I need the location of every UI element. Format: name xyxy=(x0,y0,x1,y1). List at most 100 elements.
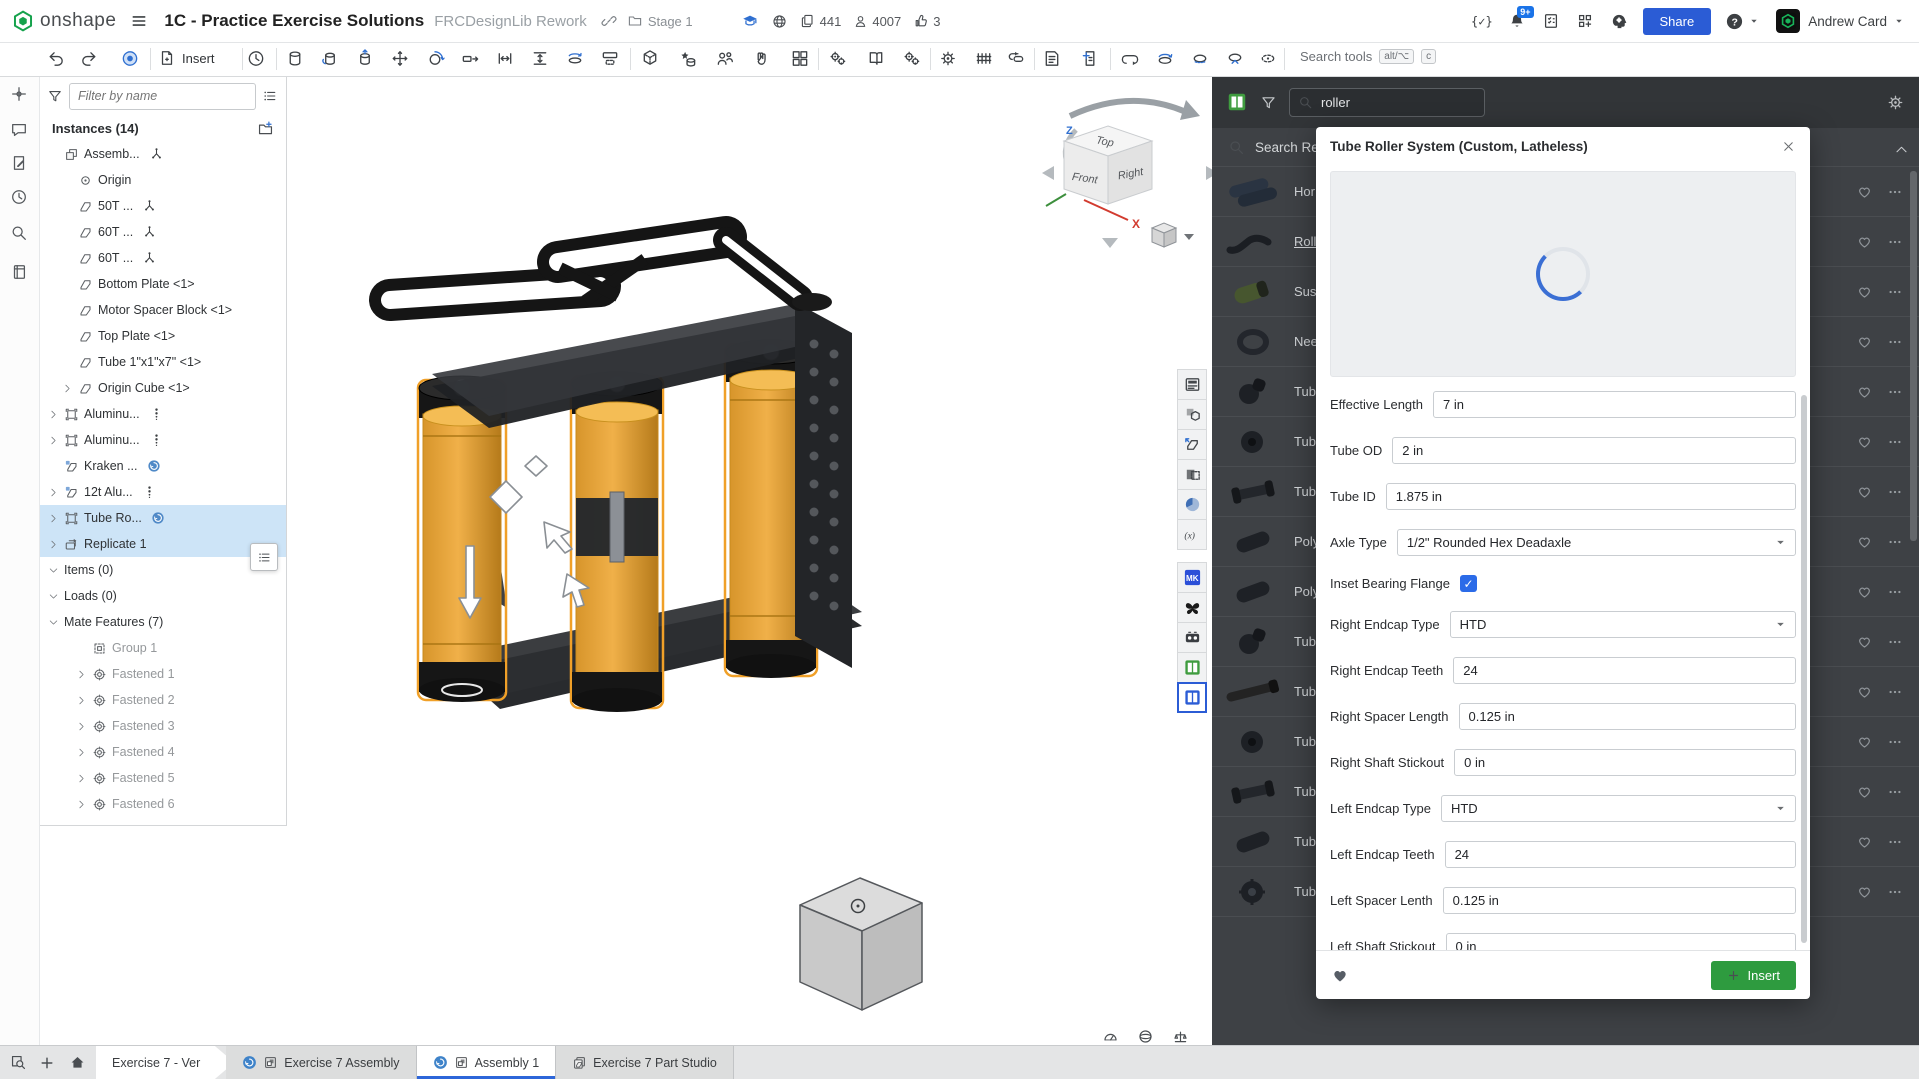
favorite-heart-icon[interactable] xyxy=(1856,233,1873,250)
row-menu-icon[interactable] xyxy=(1887,534,1903,550)
favorite-heart-icon[interactable] xyxy=(1856,333,1873,350)
chevron-right-icon[interactable] xyxy=(73,747,89,758)
mate-group-icon[interactable] xyxy=(601,49,620,68)
pin-slot-mate-icon[interactable] xyxy=(461,49,480,68)
tree-item[interactable]: Fastened 4 xyxy=(39,739,286,765)
library-scrollbar[interactable] xyxy=(1910,171,1917,541)
bluebadge-icon[interactable] xyxy=(147,459,161,473)
documentation-icon[interactable] xyxy=(867,49,886,68)
undo-icon[interactable] xyxy=(47,49,66,68)
bluebadge-icon[interactable] xyxy=(151,511,165,525)
publish-icon[interactable] xyxy=(753,49,772,68)
tree-item[interactable]: Tube Ro... xyxy=(39,505,286,531)
row-menu-icon[interactable] xyxy=(1887,234,1903,250)
chevron-right-icon[interactable] xyxy=(45,435,61,446)
favorite-heart-icon[interactable] xyxy=(1856,533,1873,550)
mate-connector-tool-icon[interactable] xyxy=(121,49,140,68)
favorite-heart-icon[interactable] xyxy=(1856,733,1873,750)
relations-icon[interactable] xyxy=(829,49,848,68)
user-avatar[interactable] xyxy=(1776,9,1800,33)
tree-item[interactable]: Group 1 xyxy=(39,635,286,661)
favorite-heart-icon[interactable] xyxy=(1330,965,1350,985)
help-icon[interactable]: ? xyxy=(1725,12,1744,31)
row-menu-icon[interactable] xyxy=(1887,184,1903,200)
filter-funnel-icon[interactable] xyxy=(47,88,63,104)
row-menu-icon[interactable] xyxy=(1887,584,1903,600)
chevron-right-icon[interactable] xyxy=(45,409,61,420)
tree-item[interactable]: Origin Cube <1> xyxy=(39,375,286,401)
mass-properties-icon[interactable] xyxy=(1259,49,1278,68)
tasks-icon[interactable] xyxy=(1542,12,1560,30)
row-menu-icon[interactable] xyxy=(1887,334,1903,350)
standard-content-icon[interactable] xyxy=(716,49,735,68)
tree-item[interactable]: Replicate 1 xyxy=(39,531,286,557)
followers-icon[interactable] xyxy=(853,14,868,29)
chevron-right-icon[interactable] xyxy=(45,513,61,524)
appearance-panel-icon[interactable] xyxy=(1177,369,1207,400)
field-select[interactable]: 1/2" Rounded Hex Deadaxle xyxy=(1397,529,1796,556)
tab-assembly-1[interactable]: Assembly 1 xyxy=(417,1046,557,1079)
tree-item[interactable]: Bottom Plate <1> xyxy=(39,271,286,297)
help-caret-icon[interactable] xyxy=(1748,15,1760,27)
chevron-right-icon[interactable] xyxy=(45,539,61,550)
search-tools[interactable]: Search tools alt/⌥ c xyxy=(1300,49,1436,64)
fastened-mate-icon[interactable] xyxy=(286,49,305,68)
robot-app-icon[interactable] xyxy=(1177,622,1207,653)
field-input[interactable]: 0.125 in xyxy=(1443,887,1796,914)
tab-exercise-7-part-studio[interactable]: Exercise 7 Part Studio xyxy=(556,1046,734,1079)
named-views-icon[interactable] xyxy=(679,49,698,68)
rotate-down-arrow[interactable] xyxy=(1102,238,1118,248)
exploded-view-icon[interactable] xyxy=(1081,49,1100,68)
variables-panel-icon[interactable]: (x) xyxy=(1177,519,1207,550)
tree-item[interactable]: 60T ... xyxy=(39,245,286,271)
tree-item[interactable]: 50T ... xyxy=(39,193,286,219)
search-panel-icon[interactable] xyxy=(10,224,28,242)
group-icon[interactable] xyxy=(641,49,660,68)
main-menu-icon[interactable] xyxy=(130,12,148,30)
row-menu-icon[interactable] xyxy=(1887,784,1903,800)
tree-item[interactable]: Fastened 1 xyxy=(39,661,286,687)
chevron-right-icon[interactable] xyxy=(73,773,89,784)
chevron-right-icon[interactable] xyxy=(45,487,61,498)
add-folder-icon[interactable] xyxy=(257,120,274,137)
user-name[interactable]: Andrew Card xyxy=(1808,14,1887,29)
tree-item[interactable]: Fastened 5 xyxy=(39,765,286,791)
view-cube[interactable]: Top Front Right Z X xyxy=(1040,86,1220,256)
link-icon[interactable] xyxy=(601,13,617,29)
scroll-up-icon[interactable] xyxy=(1894,142,1909,157)
snapshot-icon[interactable] xyxy=(1121,49,1140,68)
dialog-scrollbar[interactable] xyxy=(1801,395,1807,943)
favorite-heart-icon[interactable] xyxy=(1856,383,1873,400)
row-menu-icon[interactable] xyxy=(1887,884,1903,900)
cutlist-panel-icon[interactable] xyxy=(10,263,28,281)
section-view-icon[interactable] xyxy=(1191,49,1210,68)
branch-name[interactable]: Stage 1 xyxy=(648,14,693,29)
tree-item[interactable]: Fastened 3 xyxy=(39,713,286,739)
history-panel-icon[interactable] xyxy=(10,188,28,206)
feature-script-icon[interactable]: {✓} xyxy=(1470,11,1492,31)
search-tabs-icon[interactable] xyxy=(10,1054,27,1071)
bom-icon[interactable] xyxy=(1043,49,1062,68)
chevron-down-icon[interactable] xyxy=(45,565,61,576)
tree-item[interactable]: Mate Features (7) xyxy=(39,609,286,635)
row-menu-icon[interactable] xyxy=(1887,434,1903,450)
favorite-heart-icon[interactable] xyxy=(1856,433,1873,450)
insert-panel-icon[interactable] xyxy=(10,85,28,103)
notifications-bell-icon[interactable]: 9+ xyxy=(1508,12,1526,30)
replicate-tool-icon[interactable] xyxy=(1007,49,1026,68)
favorite-heart-icon[interactable] xyxy=(1856,183,1873,200)
library-app-icon[interactable] xyxy=(1226,91,1248,113)
rotate-left-arrow[interactable] xyxy=(1042,166,1054,180)
revolve-display-icon[interactable] xyxy=(1156,49,1175,68)
mateconn-icon[interactable] xyxy=(142,225,157,240)
field-input[interactable]: 0 in xyxy=(1454,749,1796,776)
gear-relation-icon[interactable] xyxy=(903,49,922,68)
tree-item[interactable]: Assemb... xyxy=(39,141,286,167)
chevron-down-icon[interactable] xyxy=(45,617,61,628)
tree-item[interactable]: 60T ... xyxy=(39,219,286,245)
field-select[interactable]: HTD xyxy=(1450,611,1796,638)
history-icon[interactable] xyxy=(247,49,266,68)
tree-item[interactable]: 12t Alu... xyxy=(39,479,286,505)
tree-item[interactable]: Loads (0) xyxy=(39,583,286,609)
render-mode-icon[interactable] xyxy=(1137,1028,1154,1045)
